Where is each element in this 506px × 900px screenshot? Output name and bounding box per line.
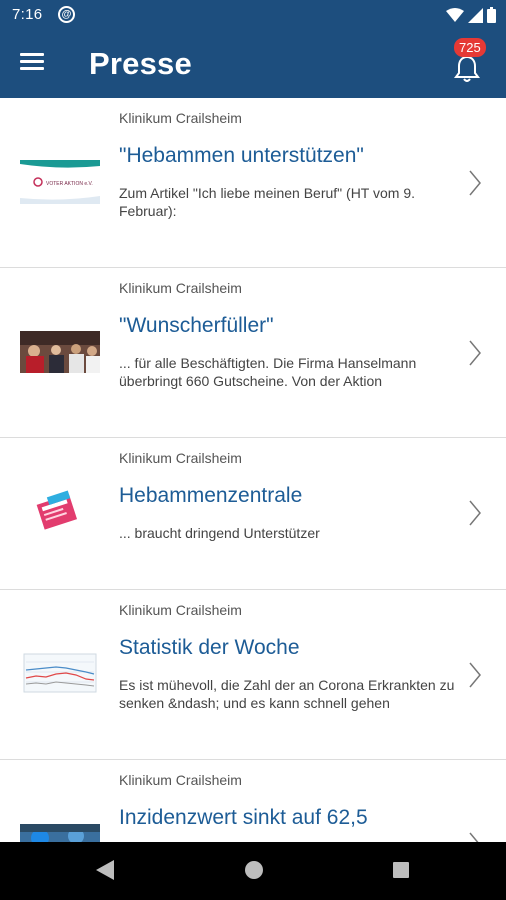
article-list-item[interactable]: Klinikum Crailsheim "Wunscherfüller" ...… — [0, 268, 506, 438]
article-title: "Wunscherfüller" — [119, 314, 274, 337]
article-thumbnail — [20, 824, 100, 842]
article-title: Statistik der Woche — [119, 636, 300, 659]
chevron-right-icon — [469, 832, 479, 842]
article-source: Klinikum Crailsheim — [119, 280, 242, 296]
article-source: Klinikum Crailsheim — [119, 110, 242, 126]
article-snippet: Es ist mühevoll, die Zahl der an Corona … — [119, 677, 455, 711]
notifications-button[interactable]: 725 — [446, 38, 488, 86]
signal-icon — [468, 7, 483, 23]
article-source: Klinikum Crailsheim — [119, 602, 242, 618]
article-snippet: Zum Artikel "Ich liebe meinen Beruf" (HT… — [119, 185, 416, 219]
back-icon[interactable] — [94, 858, 116, 882]
app-bar: Presse 725 — [0, 30, 506, 98]
recent-apps-icon[interactable] — [390, 858, 412, 882]
chevron-right-icon — [469, 340, 481, 366]
system-nav-bar — [0, 842, 506, 900]
article-thumbnail: VOTER AKTION e.V. — [20, 160, 100, 204]
article-title: Inzidenzwert sinkt auf 62,5 — [119, 806, 368, 829]
article-snippet: ... für alle Beschäftigten. Die Firma Ha… — [119, 355, 417, 389]
notification-badge: 725 — [454, 38, 486, 57]
status-bar: 7:16 @ — [0, 0, 506, 30]
home-icon[interactable] — [243, 858, 265, 882]
article-thumbnail — [20, 650, 100, 696]
article-snippet: ... braucht dringend Unterstützer — [119, 525, 320, 541]
article-thumbnail — [20, 490, 100, 534]
article-list-item[interactable]: Klinikum Crailsheim Hebammenzentrale ...… — [0, 438, 506, 590]
wifi-icon — [446, 7, 464, 22]
bell-icon — [454, 55, 480, 82]
article-list-item[interactable]: Klinikum Crailsheim Inzidenzwert sinkt a… — [0, 760, 506, 842]
press-feed: Klinikum Crailsheim "Hebammen unterstütz… — [0, 98, 506, 842]
article-list-item[interactable]: Klinikum Crailsheim "Hebammen unterstütz… — [0, 98, 506, 268]
article-thumbnail — [20, 331, 100, 373]
article-list-item[interactable]: Klinikum Crailsheim Statistik der Woche … — [0, 590, 506, 760]
battery-icon — [487, 7, 496, 23]
article-title: Hebammenzentrale — [119, 484, 303, 507]
thumbnail-caption: VOTER AKTION e.V. — [46, 181, 93, 187]
chevron-right-icon — [469, 500, 481, 526]
article-source: Klinikum Crailsheim — [119, 772, 242, 788]
page-title: Presse — [89, 46, 192, 81]
at-sign-icon: @ — [58, 6, 75, 23]
chevron-right-icon — [469, 170, 481, 196]
article-source: Klinikum Crailsheim — [119, 450, 242, 466]
hamburger-menu-icon[interactable] — [20, 50, 50, 78]
article-title: "Hebammen unterstützen" — [119, 144, 364, 167]
status-icons — [446, 7, 496, 23]
chevron-right-icon — [469, 662, 481, 688]
status-time: 7:16 — [12, 6, 43, 23]
